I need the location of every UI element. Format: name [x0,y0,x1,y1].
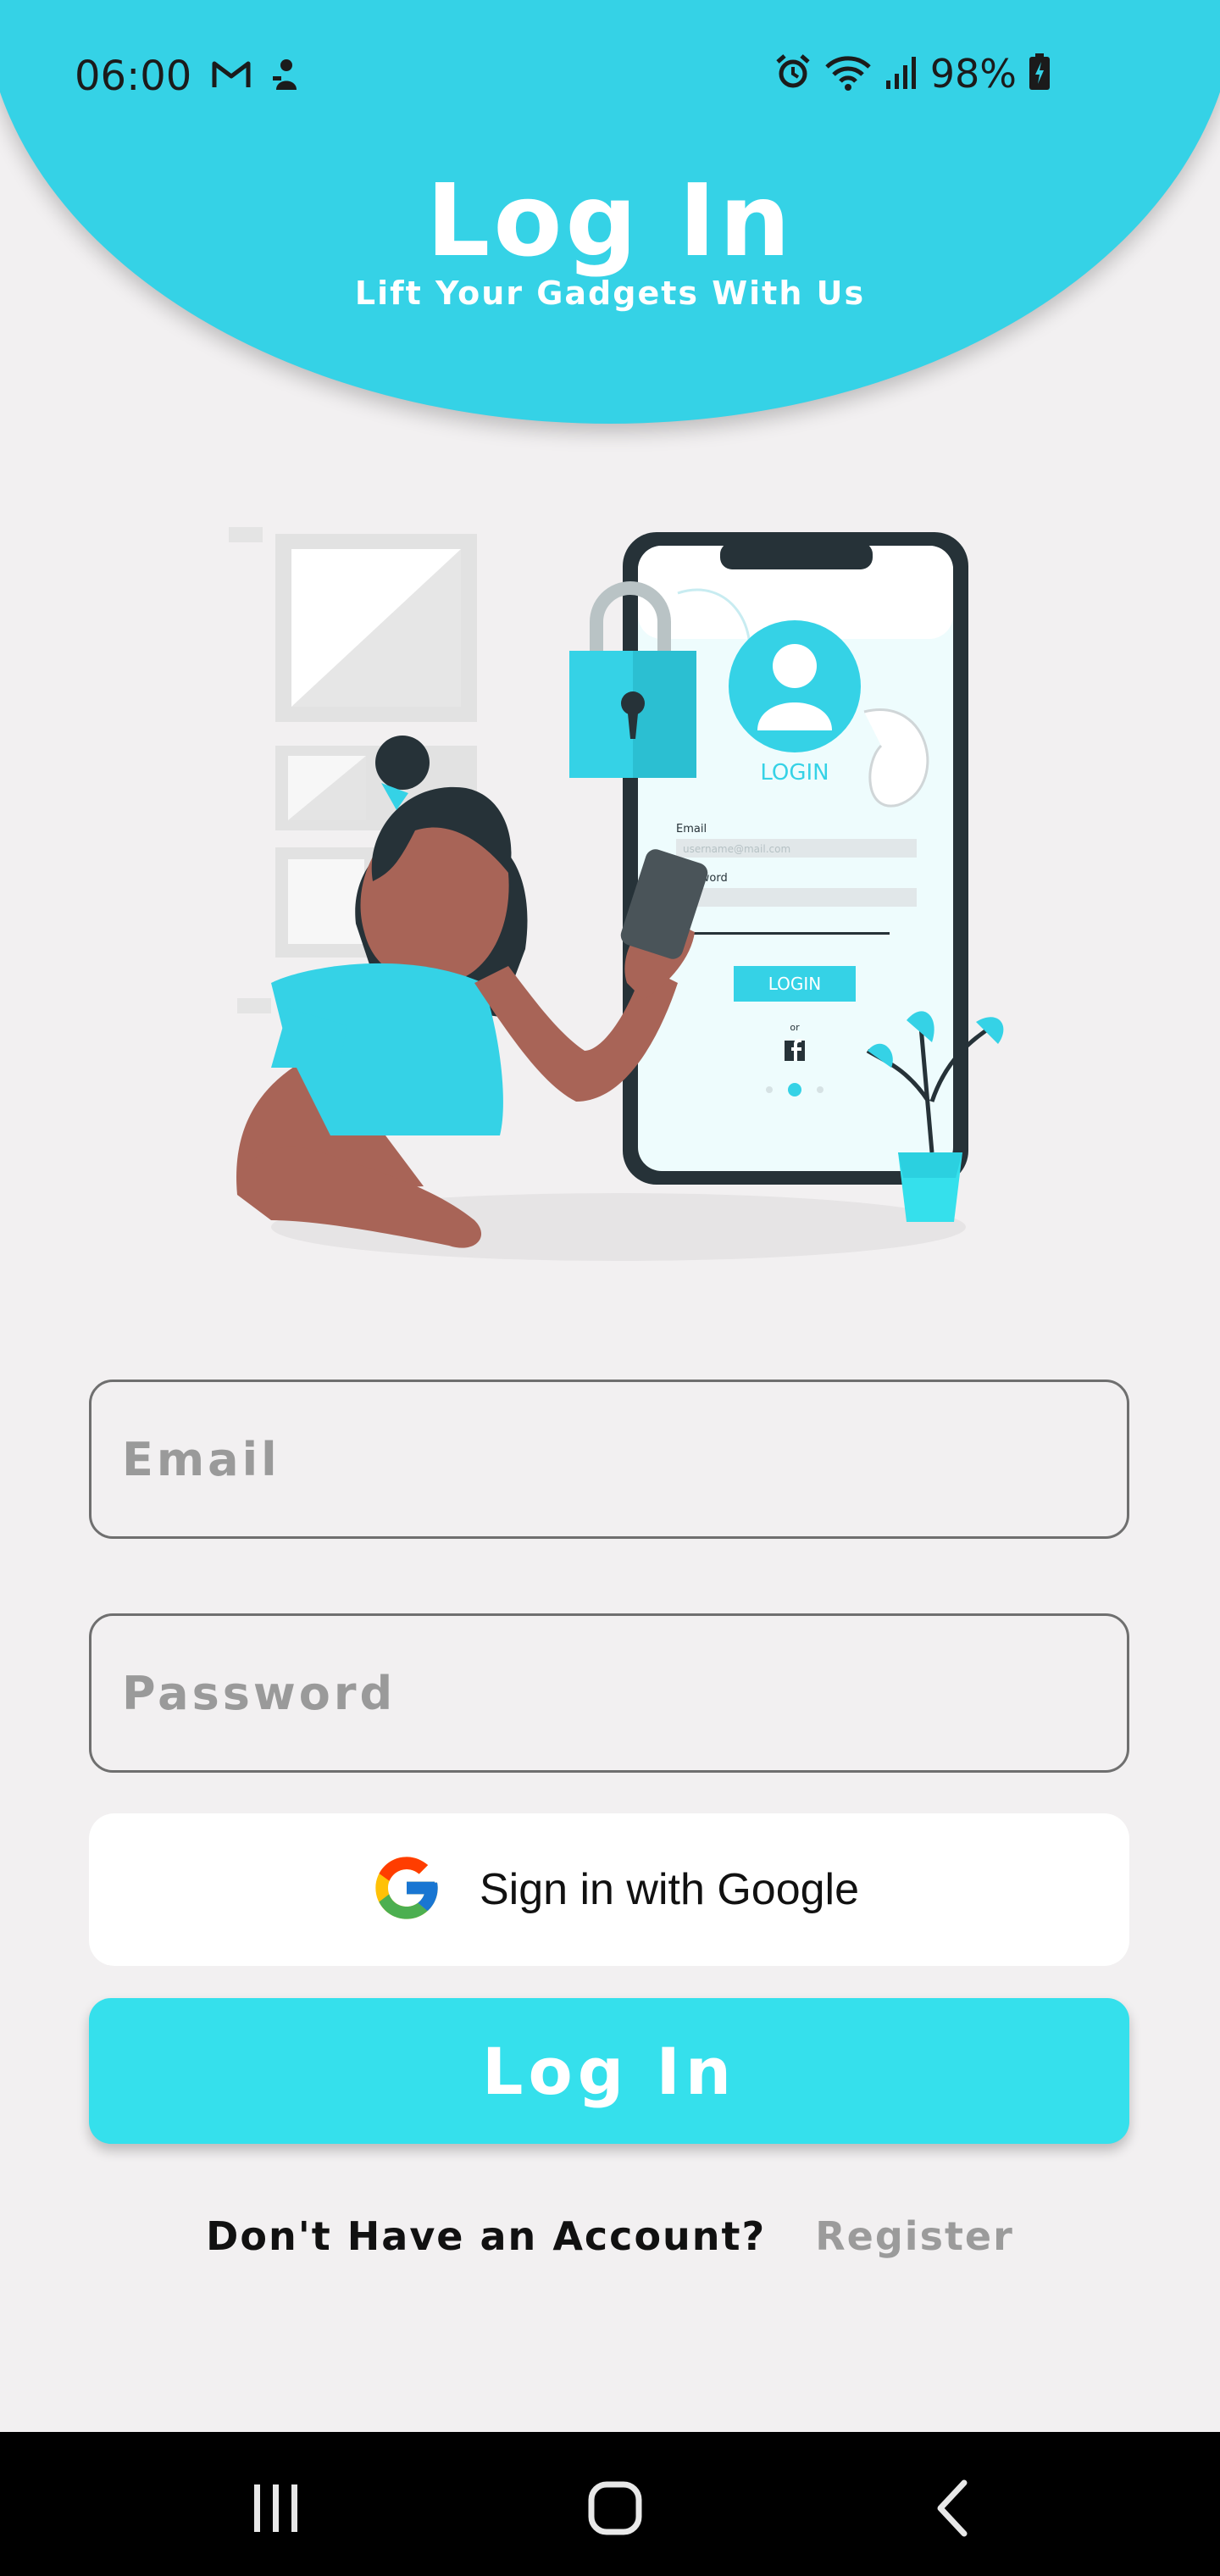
login-button[interactable]: Log In [89,1998,1129,2144]
register-link[interactable]: Register [815,2213,1014,2259]
status-time: 06:00 [75,53,192,100]
page-subtitle: Lift Your Gadgets With Us [354,275,866,312]
status-bar: 06:00 98% [0,0,1220,153]
email-field[interactable] [89,1380,1129,1539]
back-button[interactable] [912,2466,996,2551]
alarm-icon [774,53,812,94]
notification-figure-icon [271,58,302,95]
illustration-or-label: or [790,1022,800,1033]
illustration-email-placeholder: username@mail.com [683,843,790,855]
home-button[interactable] [573,2466,657,2551]
illustration-login-button: LOGIN [768,974,822,994]
password-field[interactable] [89,1613,1129,1773]
email-input[interactable] [92,1382,1127,1536]
login-illustration: LOGIN Email username@mail.com Password L… [229,527,1004,1261]
illustration-email-label: Email [676,823,707,836]
battery-charging-icon [1029,53,1051,94]
register-row: Don't Have an Account? Register [0,2213,1220,2259]
google-sign-in-button[interactable]: Sign in with Google [89,1813,1129,1966]
battery-percent: 98% [929,51,1017,97]
header: Log In Lift Your Gadgets With Us [0,161,1220,312]
recent-apps-button[interactable] [234,2466,319,2551]
back-icon [937,2479,968,2537]
google-sign-in-label: Sign in with Google [479,1865,860,1914]
wifi-icon [824,53,873,94]
system-nav-bar [0,2432,1220,2576]
home-icon [588,2481,642,2535]
illustration-login-title: LOGIN [760,760,829,786]
page-title: Log In [426,162,794,279]
signal-icon [884,53,918,94]
google-logo-icon [359,1851,454,1929]
gmail-icon [212,59,251,93]
recent-apps-icon [254,2484,297,2532]
register-question: Don't Have an Account? [206,2213,767,2259]
password-input[interactable] [92,1616,1127,1770]
